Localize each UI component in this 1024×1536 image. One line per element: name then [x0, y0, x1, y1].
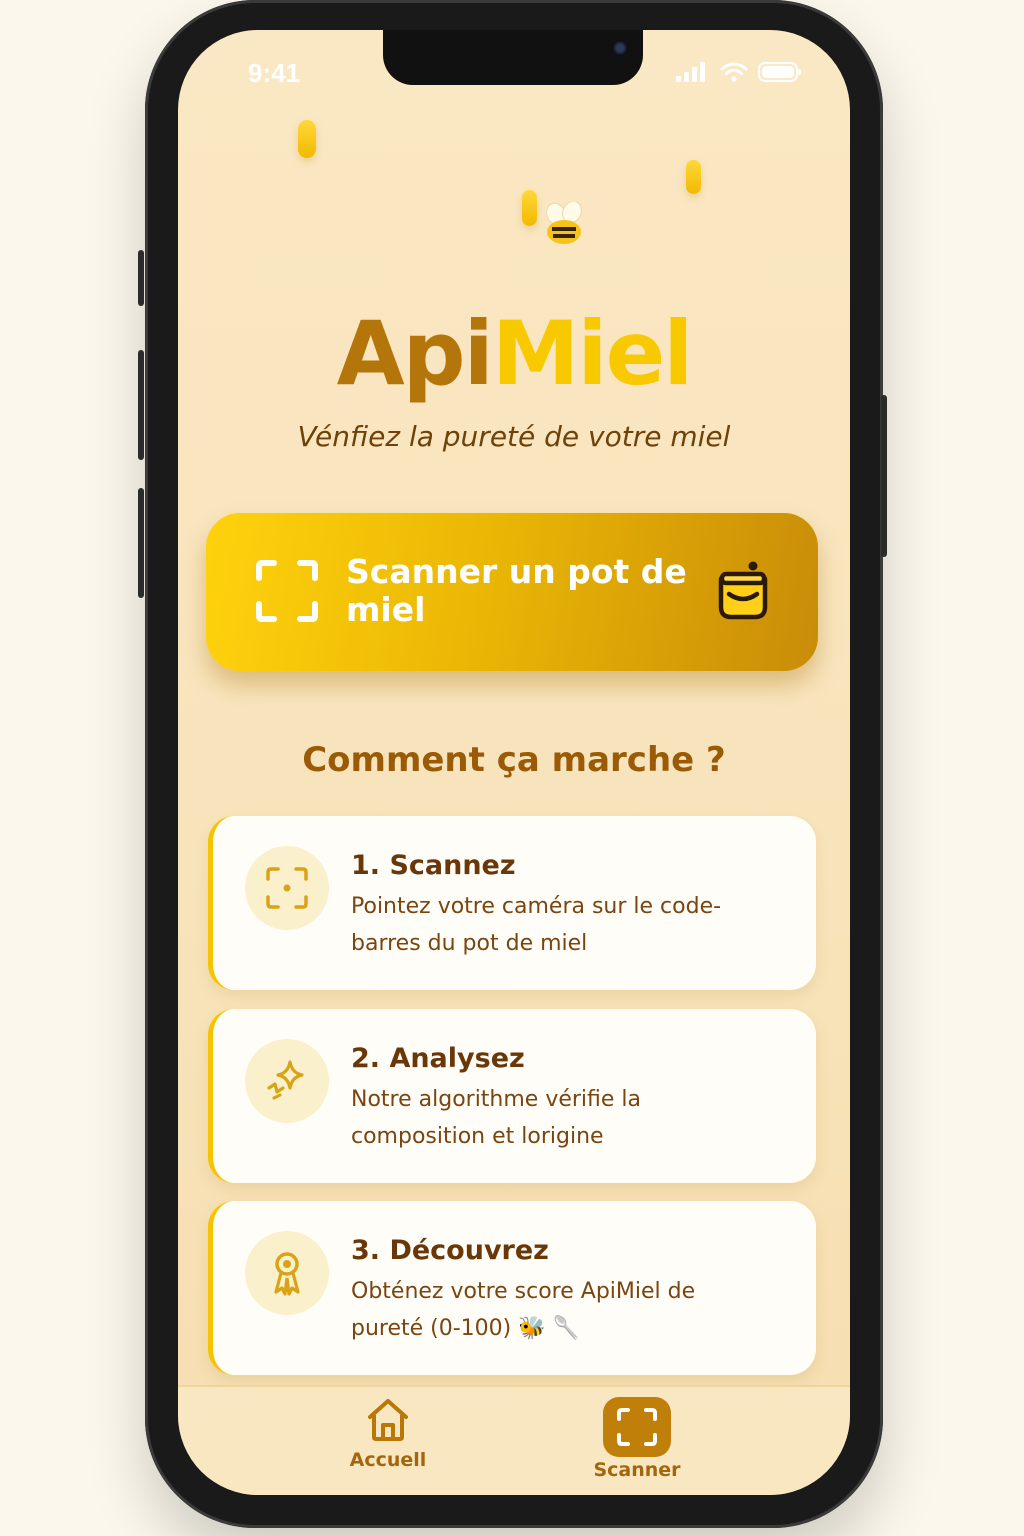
- honey-drop-decoration: [686, 160, 701, 194]
- step-icon-circle: [245, 1231, 329, 1315]
- step-description: Obténez votre score ApiMiel de pureté (0…: [351, 1273, 771, 1347]
- logo-part-api: Api: [336, 302, 494, 405]
- notch: [383, 30, 643, 85]
- bee-icon: [546, 202, 582, 244]
- mute-switch: [138, 250, 144, 306]
- scan-button-label: Scanner un pot de miel: [346, 552, 687, 629]
- app-screen: 9:41 ApiMiel Vénfiez la pureté de votre …: [178, 30, 850, 1495]
- status-time: 9:41: [248, 58, 301, 88]
- wifi-icon: [720, 62, 748, 82]
- step-description: Notre algorithme vérifie la composition …: [351, 1087, 642, 1149]
- tab-home-label: Accuell: [349, 1449, 427, 1471]
- battery-icon: [758, 62, 801, 82]
- scan-frame-icon: [617, 1408, 657, 1446]
- step-description: Pointez votre caméra sur le code-barres …: [351, 894, 722, 956]
- tab-scanner[interactable]: Scanner: [567, 1397, 707, 1481]
- scan-honey-jar-button[interactable]: Scanner un pot de miel: [206, 513, 818, 671]
- bee-spoon-emoji: 🐝 🥄: [518, 1316, 581, 1341]
- logo-part-miel: Miel: [491, 302, 694, 405]
- step-title: 2. Analysez: [351, 1043, 525, 1074]
- award-ribbon-icon: [274, 1252, 300, 1296]
- volume-up-button: [138, 350, 144, 460]
- step-title: 3. Découvrez: [351, 1235, 549, 1266]
- how-it-works-title: Comment ça marche ?: [302, 740, 726, 780]
- step-card-discover: 3. Découvrez Obténez votre score ApiMiel…: [208, 1201, 816, 1375]
- step-icon-circle: [245, 846, 329, 930]
- honey-drop-decoration: [298, 120, 316, 158]
- front-camera: [612, 40, 628, 56]
- bottom-tab-bar: Accuell Scanner: [178, 1385, 850, 1495]
- volume-down-button: [138, 488, 144, 598]
- scanner-tab-tile: [603, 1397, 671, 1457]
- step-title: 1. Scannez: [351, 850, 516, 881]
- step-card-scan: 1. Scannez Pointez votre caméra sur le c…: [208, 816, 816, 990]
- step-card-analyze: 2. Analysez Notre algorithme vérifie la …: [208, 1009, 816, 1183]
- signal-icon: [676, 62, 705, 82]
- sparkle-icon: [267, 1060, 304, 1100]
- tab-scanner-label: Scanner: [593, 1459, 681, 1481]
- honey-jar-icon: [718, 561, 768, 620]
- status-icons: [676, 62, 802, 82]
- home-icon: [368, 1399, 408, 1441]
- app-logo: ApiMiel: [178, 302, 850, 405]
- honey-drop-decoration: [522, 190, 537, 226]
- tab-home[interactable]: Accuell: [318, 1397, 458, 1471]
- scan-frame-icon: [256, 560, 318, 622]
- app-tagline: Vénfiez la pureté de votre miel: [297, 420, 731, 453]
- power-button: [881, 395, 887, 557]
- scan-focus-icon: [266, 867, 308, 909]
- step-icon-circle: [245, 1039, 329, 1123]
